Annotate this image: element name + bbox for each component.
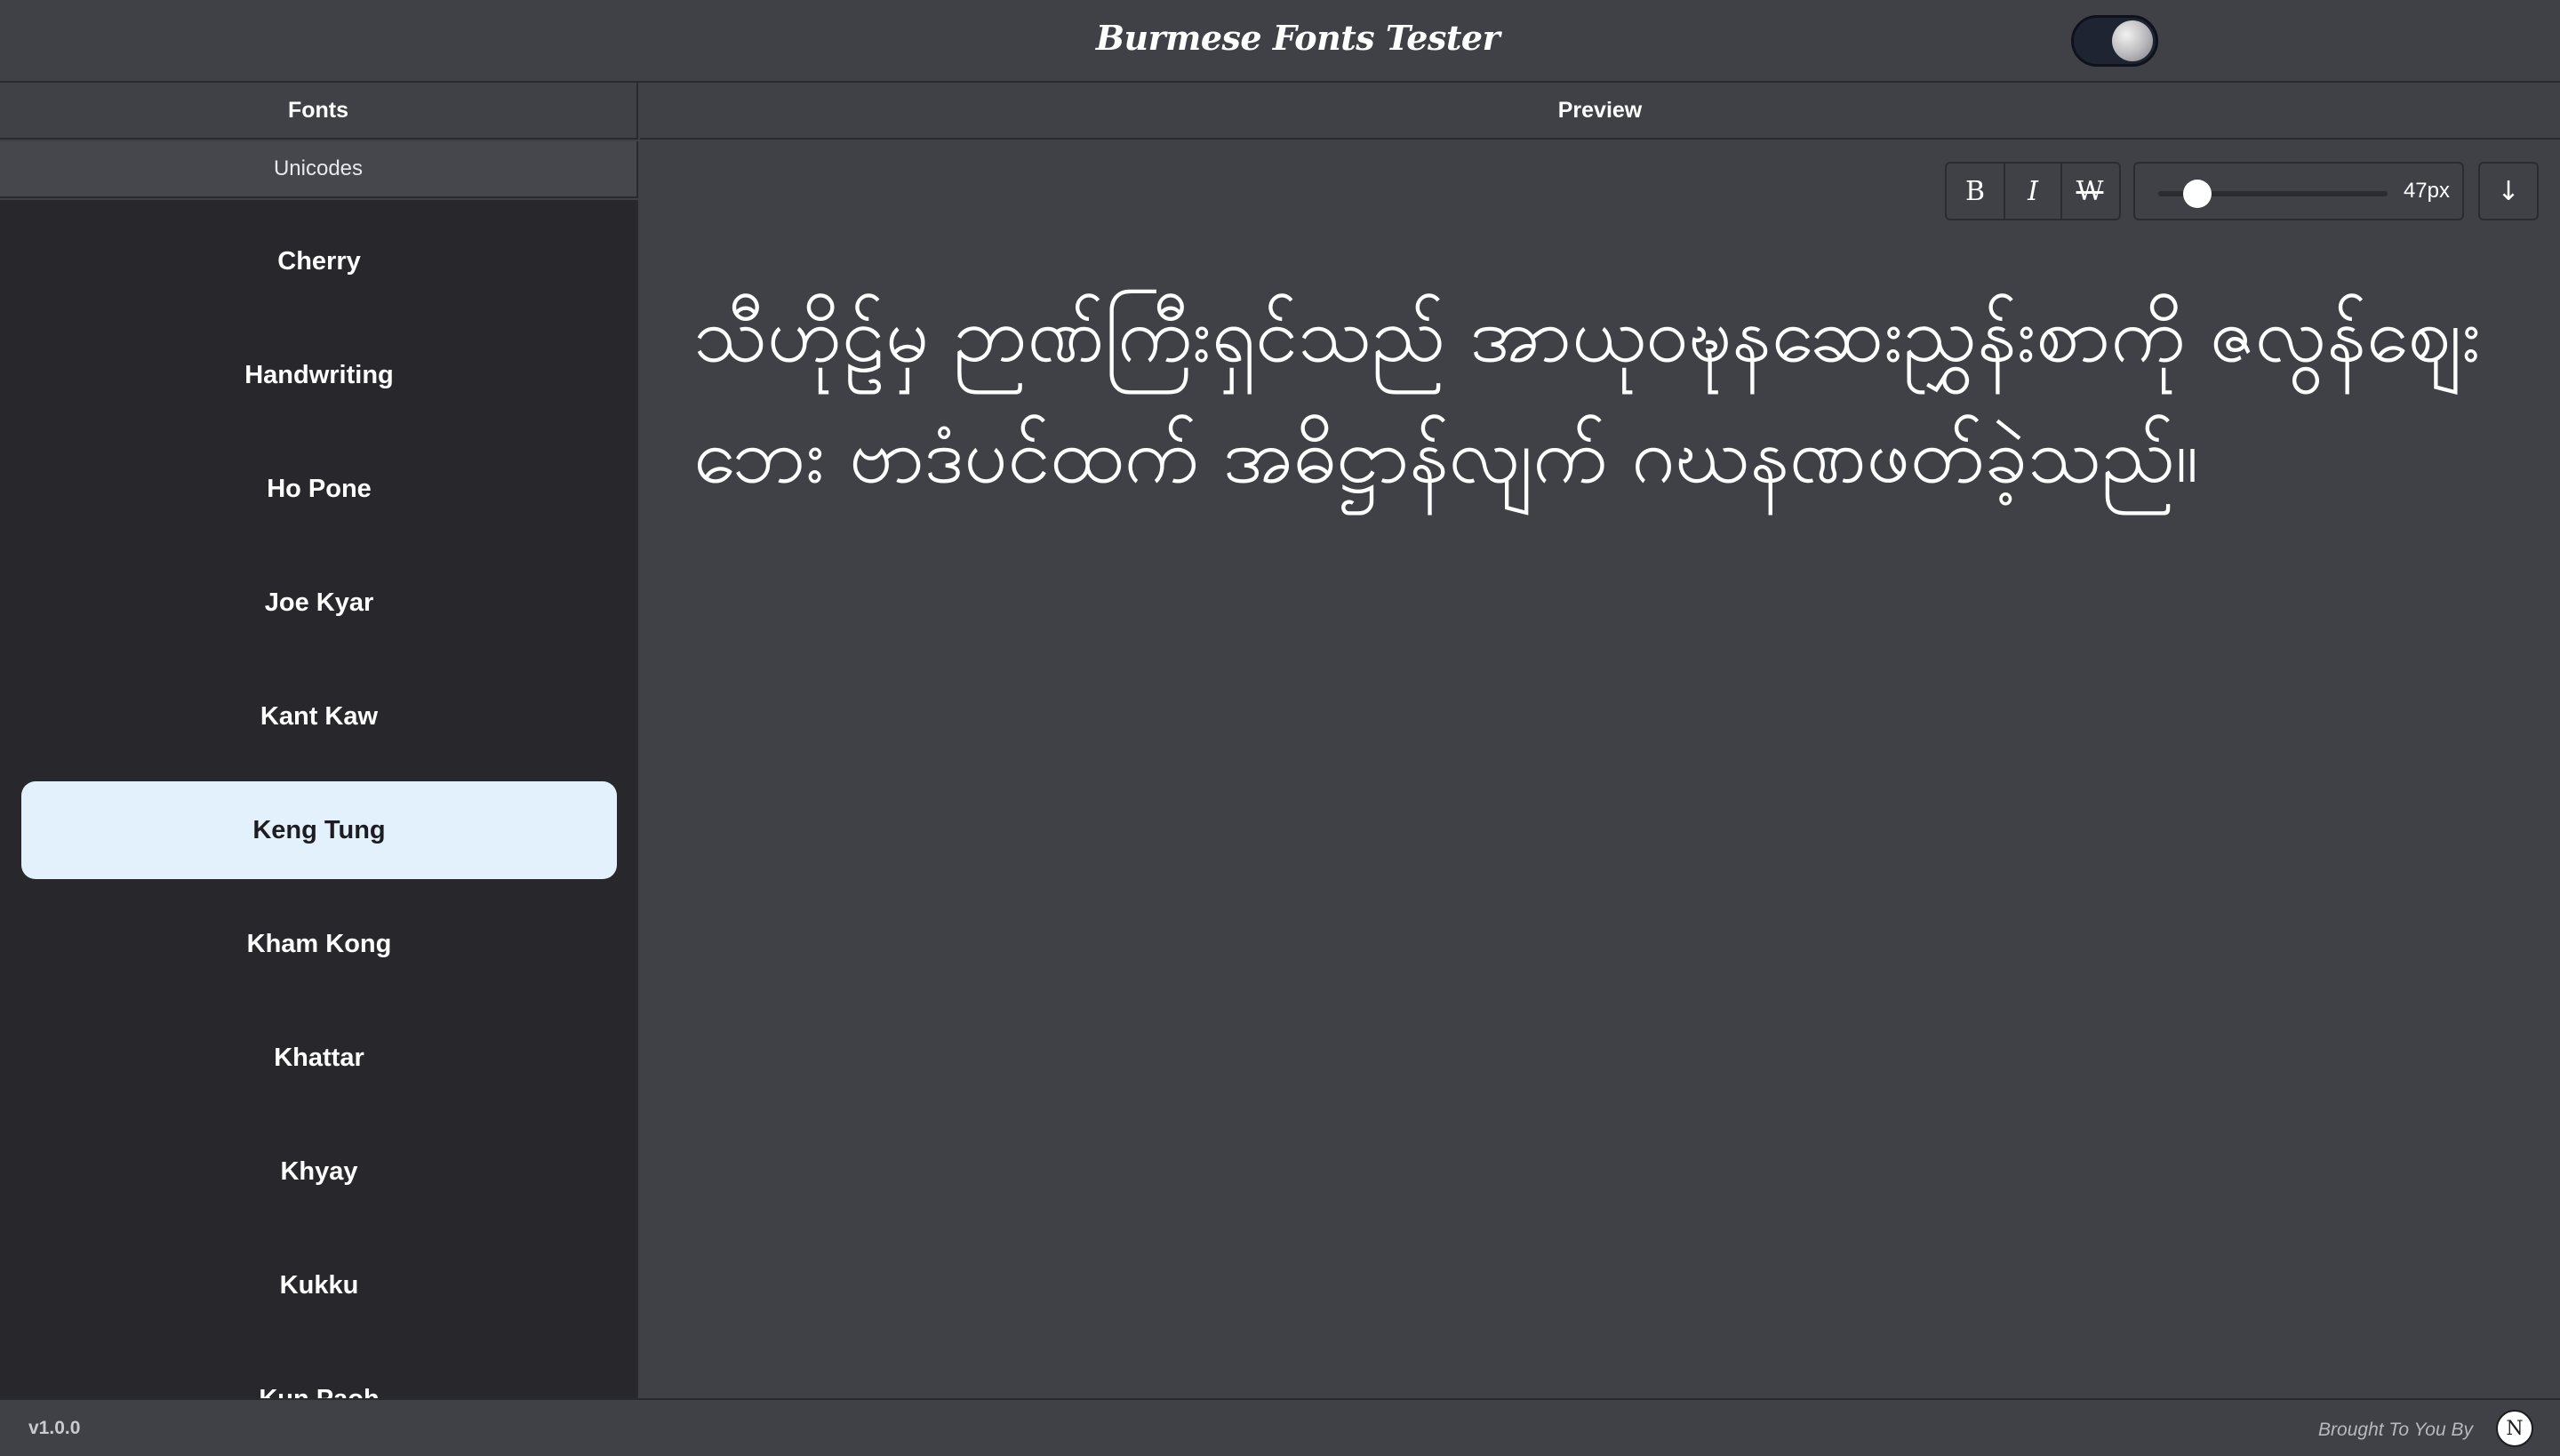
footer: v1.0.0 Brought To You By N (0, 1398, 2560, 1456)
font-item-cherry[interactable]: Cherry (21, 212, 617, 310)
font-sidebar: Cherry Handwriting Ho Pone Joe Kyar Kant… (0, 200, 638, 1398)
font-item-kukku[interactable]: Kukku (21, 1236, 617, 1334)
top-bar: Burmese Fonts Tester (0, 0, 2560, 83)
credit-text: Brought To You By (2318, 1420, 2473, 1440)
app-title: Burmese Fonts Tester (1095, 18, 1500, 58)
font-size-readout: 47px (2403, 179, 2450, 203)
download-group: ↓ (2478, 162, 2539, 220)
preview-text[interactable]: သီဟိုဠ်မှ ဉာဏ်ကြီးရှင်သည် အာယုဝဍ္ဎနဆေးညွ… (693, 275, 2524, 516)
font-item-kun-paoh[interactable]: Kun Paoh (21, 1350, 617, 1399)
bold-button[interactable]: B (1947, 164, 2004, 219)
theme-toggle-icon (2112, 20, 2153, 61)
arrow-down-icon[interactable]: ↓ (2480, 164, 2537, 219)
theme-toggle[interactable] (2071, 15, 2158, 67)
fonts-panel-header: Fonts (0, 83, 638, 140)
text-style-group: B I W (1945, 162, 2121, 220)
font-item-kham-kong[interactable]: Kham Kong (21, 895, 617, 993)
font-item-khyay[interactable]: Khyay (21, 1123, 617, 1220)
unicodes-tab[interactable]: Unicodes (0, 141, 638, 198)
font-size-control: 47px (2133, 162, 2464, 220)
slider-thumb[interactable] (2182, 180, 2212, 208)
app-root: Burmese Fonts Tester Fonts Preview Unico… (0, 0, 2560, 1456)
font-size-slider[interactable] (2158, 180, 2388, 208)
font-item-khattar[interactable]: Khattar (21, 1009, 617, 1107)
font-item-handwriting[interactable]: Handwriting (21, 326, 617, 424)
italic-button[interactable]: I (2004, 164, 2060, 219)
font-item-kant-kaw[interactable]: Kant Kaw (21, 668, 617, 765)
strikethrough-button[interactable]: W (2060, 164, 2117, 219)
version-label: v1.0.0 (28, 1418, 81, 1438)
preview-panel-header: Preview (640, 83, 2560, 140)
preview-pane: B I W 47px ↓ သီဟိုဠ်မှ ဉာဏ်ကြီးရှင်သည် အ… (640, 141, 2560, 1398)
font-item-ho-pone[interactable]: Ho Pone (21, 440, 617, 538)
font-item-keng-tung[interactable]: Keng Tung (21, 781, 617, 879)
brand-logo-icon[interactable]: N (2496, 1410, 2533, 1447)
font-item-joe-kyar[interactable]: Joe Kyar (21, 554, 617, 652)
